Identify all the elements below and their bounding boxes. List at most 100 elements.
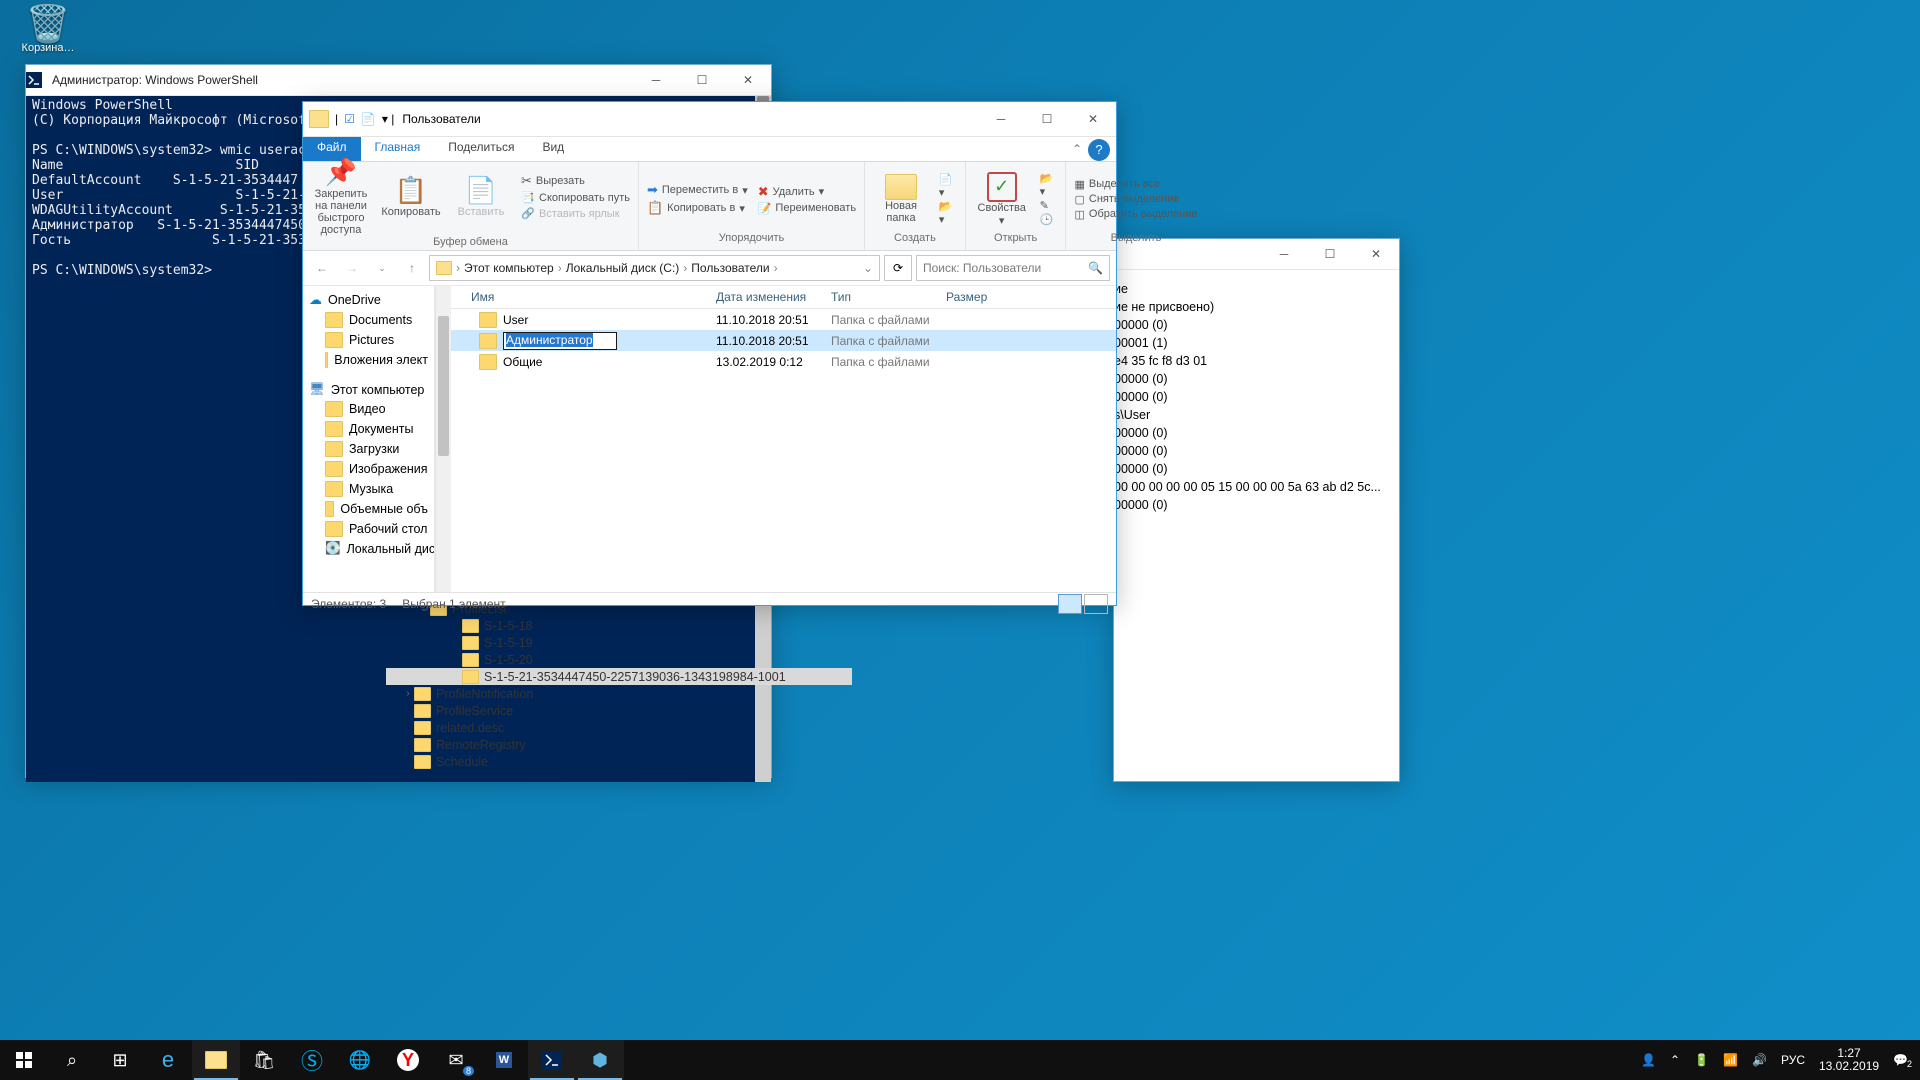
- regedit-task-button[interactable]: ⬢: [576, 1040, 624, 1080]
- file-row[interactable]: Общие 13.02.2019 0:12 Папка с файлами: [451, 351, 1116, 372]
- nav-downloads[interactable]: Загрузки: [303, 439, 434, 459]
- address-bar[interactable]: › Этот компьютер › Локальный диск (C:) ›…: [429, 255, 880, 281]
- edge-button[interactable]: e: [144, 1040, 192, 1080]
- explorer-titlebar[interactable]: | ☑ 📄 ▾ | Пользователи ─ ☐ ✕: [303, 102, 1116, 137]
- nav-local-disk[interactable]: 💽Локальный диск⌄: [303, 539, 434, 558]
- select-all-button[interactable]: ▦Выделить все: [1074, 178, 1197, 191]
- nav-3d-objects[interactable]: Объемные объ: [303, 499, 434, 519]
- nav-attachments[interactable]: Вложения элект: [303, 350, 434, 370]
- copy-to-button[interactable]: 📋Копировать в ▾: [647, 200, 748, 216]
- properties-button[interactable]: ✓ Свойства▾: [974, 172, 1030, 227]
- language-indicator[interactable]: РУС: [1781, 1053, 1805, 1067]
- registry-tree-item[interactable]: ›ProfileNotification: [386, 685, 852, 702]
- select-none-button[interactable]: ▢Снять выделение: [1074, 193, 1197, 206]
- mail-button[interactable]: ✉8: [432, 1040, 480, 1080]
- wifi-icon[interactable]: 📶: [1723, 1053, 1738, 1067]
- task-view-button[interactable]: ⊞: [96, 1040, 144, 1080]
- column-headers[interactable]: Имя Дата изменения Тип Размер: [451, 286, 1116, 309]
- minimize-button[interactable]: ─: [978, 104, 1024, 134]
- tray-chevron-icon[interactable]: ⌃: [1670, 1053, 1680, 1067]
- nav-docs[interactable]: Документы: [303, 419, 434, 439]
- edit-icon[interactable]: ✎: [1040, 199, 1058, 212]
- move-to-button[interactable]: ➡Переместить в ▾: [647, 182, 748, 198]
- powershell-titlebar[interactable]: Администратор: Windows PowerShell ─ ☐ ✕: [26, 65, 771, 96]
- nav-images[interactable]: Изображения: [303, 459, 434, 479]
- registry-tree[interactable]: ⌄ProfileListS-1-5-18S-1-5-19S-1-5-20S-1-…: [386, 600, 852, 770]
- nav-pictures[interactable]: Pictures: [303, 330, 434, 350]
- delete-button[interactable]: ✖Удалить ▾: [758, 184, 856, 200]
- nav-onedrive[interactable]: ☁OneDrive: [303, 290, 434, 310]
- invert-selection-button[interactable]: ◫Обратить выделение: [1074, 208, 1197, 221]
- cut-button[interactable]: ✂Вырезать: [521, 173, 630, 189]
- store-button[interactable]: 🛍: [240, 1040, 288, 1080]
- registry-tree-item[interactable]: S-1-5-18: [386, 617, 852, 634]
- registry-tree-item[interactable]: S-1-5-21-3534447450-2257139036-134319898…: [386, 668, 852, 685]
- nav-video[interactable]: Видео: [303, 399, 434, 419]
- volume-icon[interactable]: 🔊: [1752, 1053, 1767, 1067]
- nav-this-pc[interactable]: 🖥Этот компьютер: [303, 380, 434, 399]
- skype-button[interactable]: Ⓢ: [288, 1040, 336, 1080]
- nav-documents[interactable]: Documents: [303, 310, 434, 330]
- rename-button[interactable]: 📝Переименовать: [758, 202, 856, 215]
- people-icon[interactable]: 👤: [1641, 1053, 1656, 1067]
- start-button[interactable]: [0, 1040, 48, 1080]
- maximize-button[interactable]: ☐: [1024, 104, 1070, 134]
- easy-access-icon[interactable]: 📂▾: [939, 200, 957, 226]
- addr-dropdown[interactable]: ⌄: [863, 261, 873, 275]
- nav-scrollbar[interactable]: [435, 286, 451, 592]
- col-name[interactable]: Имя: [451, 290, 716, 304]
- registry-tree-item[interactable]: S-1-5-20: [386, 651, 852, 668]
- col-size[interactable]: Размер: [946, 290, 1006, 304]
- details-view-button[interactable]: [1058, 594, 1082, 614]
- navigation-pane[interactable]: ☁OneDrive Documents Pictures Вложения эл…: [303, 286, 435, 592]
- help-icon[interactable]: ?: [1088, 139, 1110, 161]
- yandex-button[interactable]: Y: [384, 1040, 432, 1080]
- new-folder-button[interactable]: Новая папка: [873, 174, 929, 224]
- nav-up-button[interactable]: ↑: [399, 255, 425, 281]
- registry-tree-item[interactable]: S-1-5-19: [386, 634, 852, 651]
- maximize-button[interactable]: ☐: [1307, 239, 1353, 269]
- col-type[interactable]: Тип: [831, 290, 946, 304]
- powershell-task-button[interactable]: [528, 1040, 576, 1080]
- refresh-button[interactable]: ⟳: [884, 255, 912, 281]
- chrome-button[interactable]: 🌐: [336, 1040, 384, 1080]
- battery-icon[interactable]: 🔋: [1694, 1053, 1709, 1067]
- nav-recent-button[interactable]: ⌄: [369, 255, 395, 281]
- new-item-icon[interactable]: 📄▾: [939, 173, 957, 199]
- col-date[interactable]: Дата изменения: [716, 290, 831, 304]
- registry-tree-item[interactable]: Schedule: [386, 753, 852, 770]
- nav-back-button[interactable]: ←: [309, 255, 335, 281]
- close-button[interactable]: ✕: [725, 65, 771, 95]
- open-icon[interactable]: 📂▾: [1040, 172, 1058, 198]
- qat-button[interactable]: 📄: [361, 112, 376, 126]
- explorer-button[interactable]: [192, 1040, 240, 1080]
- nav-desktop[interactable]: Рабочий стол: [303, 519, 434, 539]
- copy-path-button[interactable]: 📑Скопировать путь: [521, 191, 630, 205]
- file-row-editing[interactable]: Администратор 11.10.2018 20:51 Папка с ф…: [451, 330, 1116, 351]
- clock[interactable]: 1:27 13.02.2019: [1819, 1047, 1879, 1073]
- file-row[interactable]: User 11.10.2018 20:51 Папка с файлами: [451, 309, 1116, 330]
- maximize-button[interactable]: ☐: [679, 65, 725, 95]
- breadcrumb[interactable]: Этот компьютер: [464, 261, 554, 275]
- nav-music[interactable]: Музыка: [303, 479, 434, 499]
- nav-forward-button[interactable]: →: [339, 255, 365, 281]
- icons-view-button[interactable]: [1084, 594, 1108, 614]
- rename-input[interactable]: Администратор: [503, 332, 617, 350]
- minimize-button[interactable]: ─: [1261, 239, 1307, 269]
- search-input[interactable]: Поиск: Пользователи 🔍: [916, 255, 1110, 281]
- breadcrumb[interactable]: Пользователи: [691, 261, 769, 275]
- close-button[interactable]: ✕: [1353, 239, 1399, 269]
- breadcrumb[interactable]: Локальный диск (C:): [566, 261, 680, 275]
- history-icon[interactable]: 🕒: [1040, 213, 1058, 226]
- registry-tree-item[interactable]: ProfileService: [386, 702, 852, 719]
- ribbon-collapse-icon[interactable]: ⌃: [1072, 142, 1082, 156]
- minimize-button[interactable]: ─: [633, 65, 679, 95]
- close-button[interactable]: ✕: [1070, 104, 1116, 134]
- registry-tree-item[interactable]: related.desc: [386, 719, 852, 736]
- qat-dropdown[interactable]: ▾ |: [382, 112, 394, 126]
- qat-check-icon[interactable]: ☑: [344, 112, 355, 126]
- notifications-button[interactable]: 💬 2: [1893, 1053, 1908, 1067]
- copy-button[interactable]: 📋 Копировать: [381, 175, 441, 218]
- registry-tree-item[interactable]: RemoteRegistry: [386, 736, 852, 753]
- pin-quick-access-button[interactable]: 📌 Закрепить на панели быстрого доступа: [311, 157, 371, 236]
